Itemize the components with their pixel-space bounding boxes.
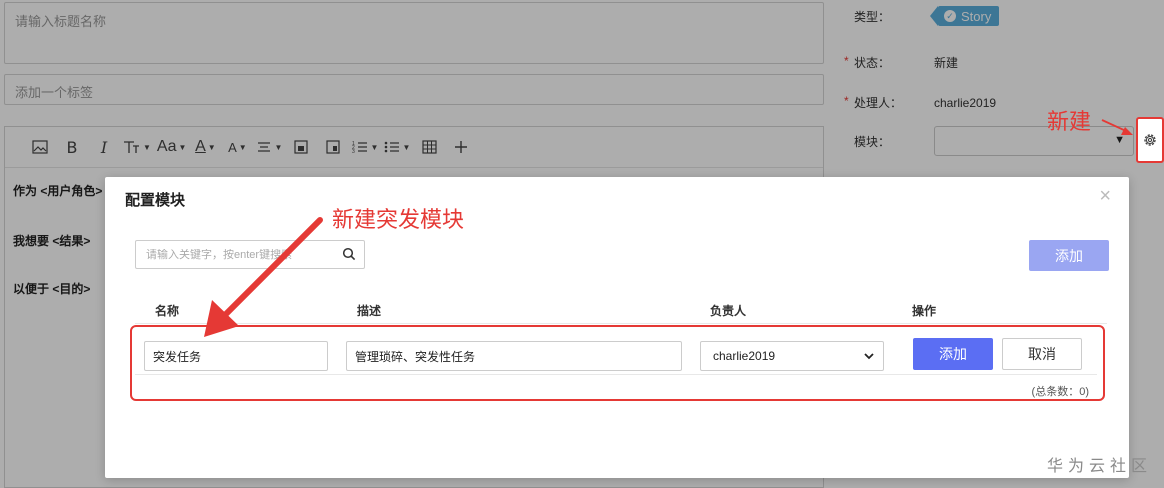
close-icon[interactable]: × bbox=[1099, 185, 1111, 208]
watermark: 华为云社区 bbox=[1046, 458, 1152, 475]
annotation-new-label: 新建 bbox=[1047, 110, 1092, 135]
search-icon[interactable] bbox=[342, 247, 356, 261]
module-settings-button[interactable] bbox=[1136, 117, 1164, 163]
dialog-title: 配置模块 bbox=[125, 192, 186, 209]
add-module-button[interactable]: 添加 bbox=[1029, 240, 1109, 271]
annotation-row-highlight bbox=[130, 325, 1105, 401]
annotation-new-module-label: 新建突发模块 bbox=[332, 208, 465, 233]
gear-icon bbox=[1144, 134, 1156, 146]
configure-module-dialog: 配置模块 × 添加 名称 描述 负责人 操作 突发任务 管理琐碎、突发性任务 c… bbox=[105, 177, 1129, 478]
column-header-actions: 操作 bbox=[912, 304, 937, 318]
column-header-description: 描述 bbox=[357, 304, 382, 318]
header-divider bbox=[135, 323, 1107, 324]
column-header-name: 名称 bbox=[155, 304, 180, 318]
module-search bbox=[135, 240, 365, 269]
column-header-owner: 负责人 bbox=[710, 304, 747, 318]
search-input[interactable] bbox=[146, 248, 336, 261]
